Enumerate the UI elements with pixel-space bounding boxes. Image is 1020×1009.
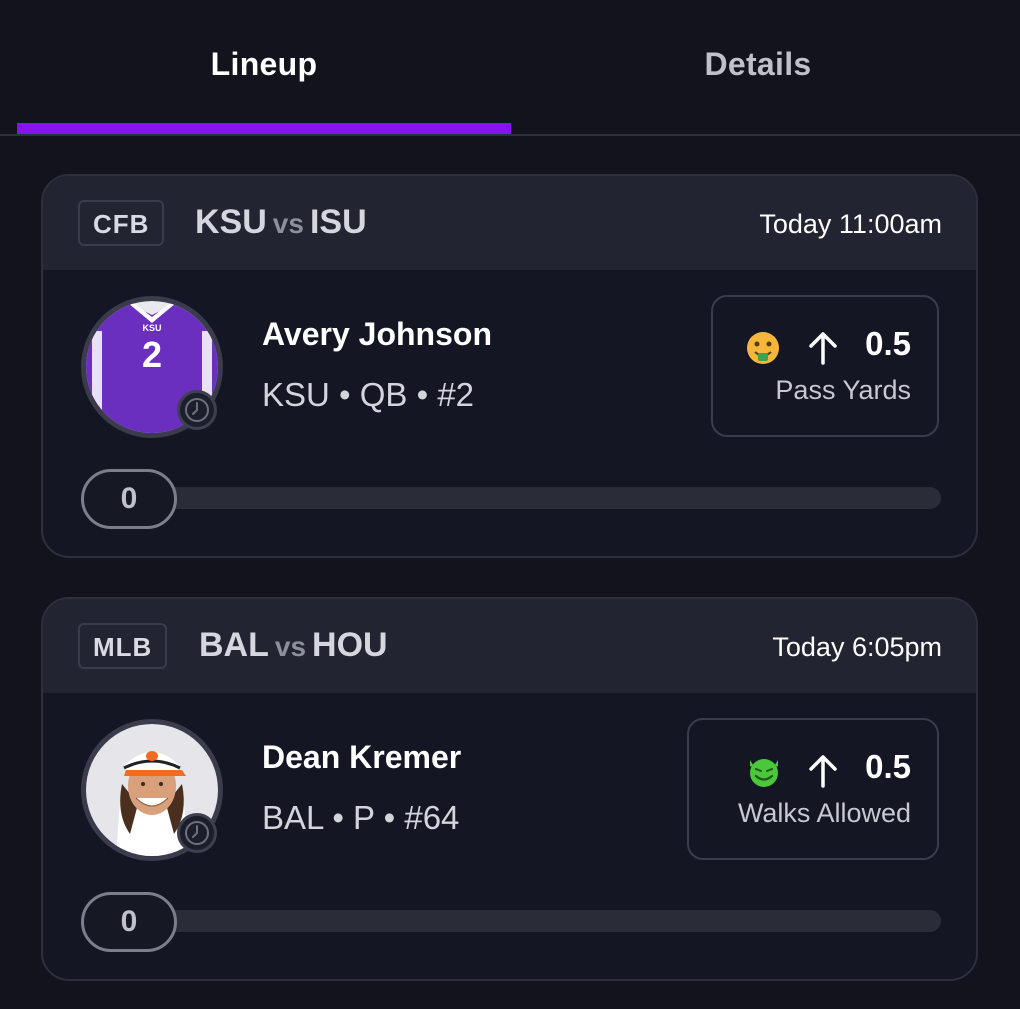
- home-team: BAL: [199, 626, 269, 664]
- pick-card[interactable]: MLB BAL vs HOU Today 6:05pm Dean Kremer BA…: [41, 597, 978, 981]
- progress-value: 0: [81, 892, 177, 952]
- progress-track: [91, 487, 941, 509]
- prop-stat: Pass Yards: [775, 375, 911, 405]
- league-badge: CFB: [78, 200, 165, 246]
- prop-line: 0.5: [865, 325, 911, 362]
- progress-value: 0: [81, 469, 177, 529]
- tab-divider: [0, 134, 1020, 136]
- player-name: Dean Kremer: [262, 739, 462, 775]
- prop-box[interactable]: 0.5 Walks Allowed: [687, 718, 939, 860]
- up-arrow-icon: [807, 754, 839, 788]
- active-tab-indicator: [17, 123, 511, 134]
- up-arrow-icon: [807, 331, 839, 365]
- smiling-devil-face-icon: [746, 754, 780, 788]
- progress-track: [91, 910, 941, 932]
- game-time: Today 6:05pm: [772, 632, 942, 662]
- away-team: ISU: [309, 203, 367, 241]
- tab-details[interactable]: Details: [511, 46, 1005, 96]
- player-info: KSU • QB • #2: [262, 376, 475, 413]
- away-team: HOU: [312, 626, 388, 664]
- money-mouth-face-icon: [746, 331, 780, 365]
- card-header: CFB KSU vs ISU Today 11:00am: [43, 176, 976, 270]
- clock-icon: [177, 390, 217, 430]
- player-info: BAL • P • #64: [262, 799, 460, 836]
- home-team: KSU: [195, 203, 267, 241]
- prop-box[interactable]: 0.5 Pass Yards: [711, 295, 939, 437]
- vs-label: vs: [272, 208, 304, 239]
- jersey-text: KSU: [142, 323, 161, 333]
- game-time: Today 11:00am: [759, 209, 942, 239]
- tab-bar: Lineup Details: [0, 0, 1020, 137]
- prop-stat: Walks Allowed: [737, 798, 911, 828]
- clock-icon: [177, 813, 217, 853]
- league-badge: MLB: [78, 623, 168, 669]
- player-name: Avery Johnson: [262, 316, 492, 352]
- matchup: BAL vs HOU: [199, 623, 388, 669]
- tab-lineup[interactable]: Lineup: [17, 46, 511, 96]
- pick-card[interactable]: CFB KSU vs ISU Today 11:00am KSU 2 Avery J…: [41, 174, 978, 558]
- vs-label: vs: [274, 631, 307, 662]
- card-header: MLB BAL vs HOU Today 6:05pm: [43, 599, 976, 693]
- prop-line: 0.5: [865, 748, 911, 785]
- jersey-number: 2: [142, 334, 162, 375]
- matchup: KSU vs ISU: [195, 200, 367, 246]
